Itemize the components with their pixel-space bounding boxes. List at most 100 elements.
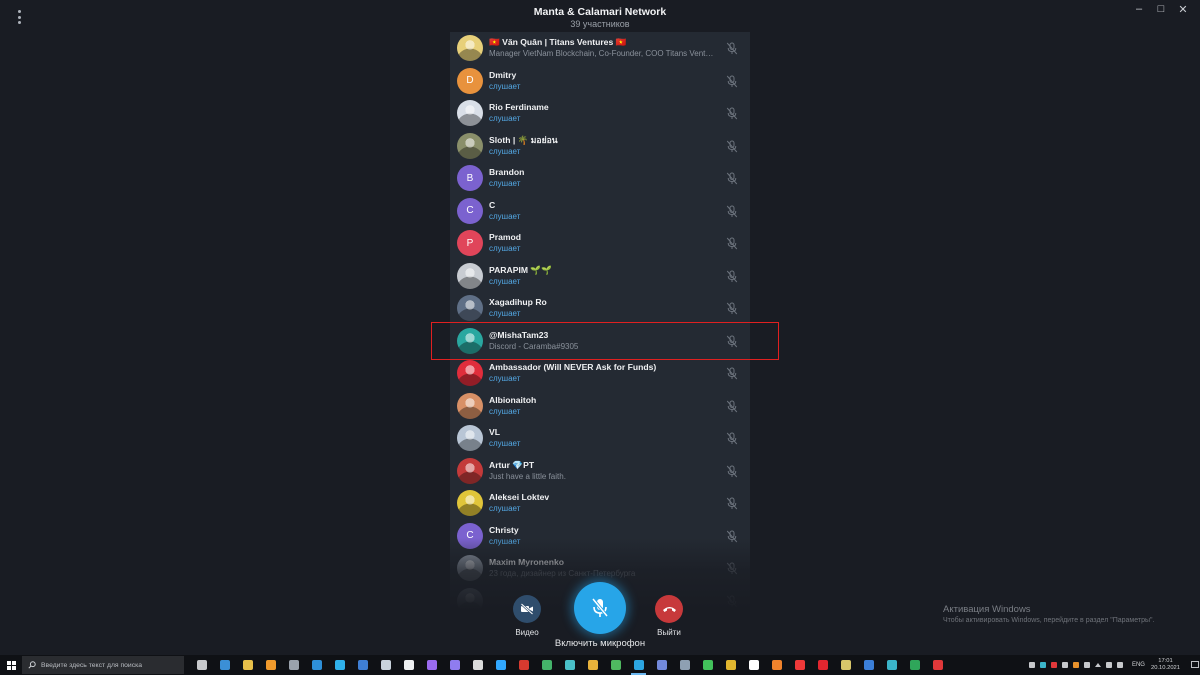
participant-row[interactable]: Albionaitoh слушает bbox=[450, 390, 750, 423]
pen-app-icon[interactable] bbox=[558, 655, 581, 675]
participant-info: Aleksei Loktev слушает bbox=[489, 492, 717, 514]
participant-info: Rio Ferdiname слушает bbox=[489, 102, 717, 124]
participant-row[interactable]: 🇻🇳 Văn Quân | Titans Ventures 🇻🇳 Manager … bbox=[450, 32, 750, 65]
edge-icon[interactable] bbox=[880, 655, 903, 675]
participant-row[interactable]: B Brandon слушает bbox=[450, 162, 750, 195]
avatar[interactable] bbox=[457, 555, 483, 582]
filezilla-icon[interactable] bbox=[512, 655, 535, 675]
task-view-icon[interactable] bbox=[190, 655, 213, 675]
participant-row[interactable]: P Pramod слушает bbox=[450, 227, 750, 260]
avatar[interactable] bbox=[457, 490, 483, 517]
word-icon[interactable] bbox=[857, 655, 880, 675]
avatar[interactable] bbox=[457, 360, 483, 387]
avatar[interactable] bbox=[457, 327, 483, 354]
sketch-app-icon[interactable] bbox=[581, 655, 604, 675]
search-input[interactable] bbox=[41, 661, 181, 669]
volume-icon[interactable] bbox=[1115, 655, 1126, 675]
participant-name: @MishaTam23 bbox=[489, 329, 549, 340]
notes-app-icon[interactable] bbox=[834, 655, 857, 675]
discord-icon[interactable] bbox=[650, 655, 673, 675]
participant-row[interactable]: C Cслушает bbox=[450, 195, 750, 228]
tray-app-icon[interactable] bbox=[1027, 655, 1038, 675]
leave-button[interactable] bbox=[655, 595, 683, 623]
participant-info: Artur 💎PT Just have a little faith. bbox=[489, 460, 717, 482]
avatar[interactable]: C bbox=[457, 522, 483, 549]
mail-icon[interactable] bbox=[213, 655, 236, 675]
yandex-icon[interactable] bbox=[742, 655, 765, 675]
participant-row[interactable]: Ambassador (Will NEVER Ask for Funds) слу… bbox=[450, 357, 750, 390]
participant-row[interactable]: Sloth | 🌴 มอย่อน слушает bbox=[450, 130, 750, 163]
ball-app-icon[interactable] bbox=[466, 655, 489, 675]
avatar[interactable] bbox=[457, 425, 483, 452]
start-button[interactable] bbox=[0, 655, 22, 675]
capcut-icon[interactable] bbox=[397, 655, 420, 675]
participant-row[interactable]: Rio Ferdiname слушает bbox=[450, 97, 750, 130]
avatar[interactable]: C bbox=[457, 197, 483, 224]
premiere-icon[interactable] bbox=[420, 655, 443, 675]
vivaldi-icon[interactable] bbox=[788, 655, 811, 675]
language-indicator[interactable]: ENG bbox=[1132, 662, 1145, 668]
tray-app-icon[interactable] bbox=[1082, 655, 1093, 675]
avatar[interactable]: B bbox=[457, 165, 483, 192]
avatar[interactable] bbox=[457, 35, 483, 62]
opera-icon[interactable] bbox=[811, 655, 834, 675]
minimize-button[interactable]: – bbox=[1128, 0, 1150, 18]
participant-list[interactable]: 🇻🇳 Văn Quân | Titans Ventures 🇻🇳 Manager … bbox=[450, 32, 750, 610]
avatar[interactable] bbox=[457, 392, 483, 419]
tray-app-icon[interactable] bbox=[1049, 655, 1060, 675]
participant-row[interactable]: VL слушает bbox=[450, 422, 750, 455]
tray-app-icon[interactable] bbox=[1038, 655, 1049, 675]
show-hidden-icons[interactable] bbox=[1093, 655, 1104, 675]
maximize-button[interactable]: □ bbox=[1150, 0, 1172, 18]
calculator-icon[interactable] bbox=[282, 655, 305, 675]
avatar[interactable] bbox=[457, 262, 483, 289]
excel-icon[interactable] bbox=[903, 655, 926, 675]
after-effects-icon[interactable] bbox=[443, 655, 466, 675]
cube-app-icon[interactable] bbox=[673, 655, 696, 675]
mic-muted-icon bbox=[726, 367, 738, 380]
clock[interactable]: 17:01 20.10.2021 bbox=[1151, 658, 1180, 672]
avatar[interactable] bbox=[457, 587, 483, 610]
lightning-app-icon[interactable] bbox=[259, 655, 282, 675]
avatar[interactable]: D bbox=[457, 67, 483, 94]
skype-icon[interactable] bbox=[328, 655, 351, 675]
participant-row[interactable]: @MishaTam23 Discord - Caramba#9305 bbox=[450, 325, 750, 358]
notifications-icon[interactable] bbox=[1190, 655, 1200, 675]
avatar[interactable]: P bbox=[457, 230, 483, 257]
map-app-icon[interactable] bbox=[535, 655, 558, 675]
firefox-icon[interactable] bbox=[765, 655, 788, 675]
avatar[interactable] bbox=[457, 295, 483, 322]
avatar[interactable] bbox=[457, 457, 483, 484]
record-app-icon[interactable] bbox=[926, 655, 949, 675]
sphere-app-icon[interactable] bbox=[374, 655, 397, 675]
tray-app-icon[interactable] bbox=[1060, 655, 1071, 675]
participant-name: Dmitry bbox=[489, 69, 517, 80]
chrome-icon[interactable] bbox=[719, 655, 742, 675]
taskbar-search[interactable] bbox=[22, 656, 184, 674]
participant-row[interactable]: D Dmitry слушает bbox=[450, 65, 750, 98]
participant-row[interactable]: Maxim Myronenko 23 года, дизайнер из Санк… bbox=[450, 552, 750, 585]
close-button[interactable]: ✕ bbox=[1172, 0, 1194, 18]
telegram-icon[interactable] bbox=[627, 655, 650, 675]
whatsapp-icon[interactable] bbox=[696, 655, 719, 675]
menu-dots-icon[interactable] bbox=[14, 10, 24, 24]
network-icon[interactable] bbox=[1104, 655, 1115, 675]
chat-title: Manta & Calamari Network bbox=[533, 6, 667, 18]
tray-app-icon[interactable] bbox=[1071, 655, 1082, 675]
save-app-icon[interactable] bbox=[351, 655, 374, 675]
participant-status: 23 года, дизайнер из Санкт-Петербурга bbox=[489, 569, 636, 579]
edge-legacy-icon[interactable] bbox=[305, 655, 328, 675]
file-explorer-icon[interactable] bbox=[236, 655, 259, 675]
avatar[interactable] bbox=[457, 100, 483, 127]
participant-row[interactable]: Aleksei Loktev слушает bbox=[450, 487, 750, 520]
participant-status: слушает bbox=[489, 81, 521, 91]
participant-row[interactable]: Xagadihup Ro слушает bbox=[450, 292, 750, 325]
participant-row[interactable]: C Christy слушает bbox=[450, 520, 750, 553]
video-button[interactable] bbox=[513, 595, 541, 623]
avatar[interactable] bbox=[457, 132, 483, 159]
photoshop-icon[interactable] bbox=[489, 655, 512, 675]
microphone-button[interactable] bbox=[574, 582, 626, 634]
participant-row[interactable]: Artur 💎PT Just have a little faith. bbox=[450, 455, 750, 488]
participant-row[interactable]: PARAPIM 🌱🌱 слушает bbox=[450, 260, 750, 293]
network-app-icon[interactable] bbox=[604, 655, 627, 675]
